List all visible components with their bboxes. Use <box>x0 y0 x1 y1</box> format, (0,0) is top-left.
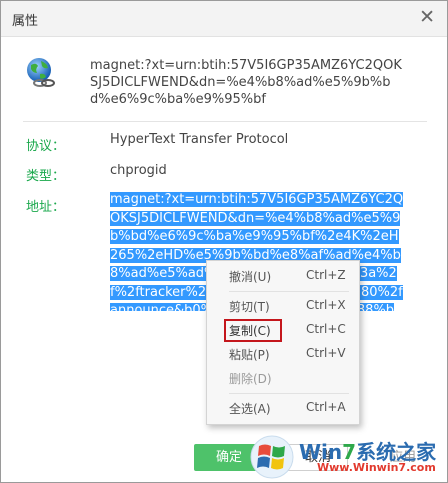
menu-item-select-all[interactable]: 全选(A) Ctrl+A <box>207 397 359 419</box>
window-title: 属性 <box>12 14 39 29</box>
copy-highlight-box <box>224 319 282 342</box>
menu-separator <box>229 291 349 292</box>
context-menu: 撤消(U) Ctrl+Z 剪切(T) Ctrl+X 复制(C) Ctrl+C 粘… <box>206 260 360 425</box>
watermark: Win7系统之家 Www.Winwin7.com <box>249 434 445 480</box>
menu-item-undo[interactable]: 撤消(U) Ctrl+Z <box>207 265 359 287</box>
menu-item-delete: 删除(D) <box>229 372 272 386</box>
divider <box>23 121 427 122</box>
shortcut-target-text: magnet:?xt=urn:btih:57V5I6GP35AMZ6YC2QOK… <box>90 58 402 107</box>
type-value: chprogid <box>110 163 167 178</box>
title-bar[interactable]: 属性 ✕ <box>1 1 447 37</box>
menu-item-paste[interactable]: 粘贴(P) Ctrl+V <box>207 343 359 365</box>
type-label: 类型： <box>26 169 66 184</box>
protocol-value: HyperText Transfer Protocol <box>110 132 289 147</box>
menu-separator <box>229 393 349 394</box>
menu-item-cut[interactable]: 剪切(T) Ctrl+X <box>207 295 359 317</box>
watermark-url: Www.Winwin7.com <box>317 461 436 474</box>
protocol-label: 协议： <box>26 139 66 154</box>
address-label: 地址： <box>26 200 66 215</box>
link-globe-icon <box>27 58 55 87</box>
properties-dialog: 属性 ✕ magnet:?xt=urn:btih:57V5I6GP35AMZ6Y… <box>0 0 448 483</box>
windows-logo-icon <box>250 435 294 479</box>
close-icon[interactable]: ✕ <box>419 7 435 27</box>
